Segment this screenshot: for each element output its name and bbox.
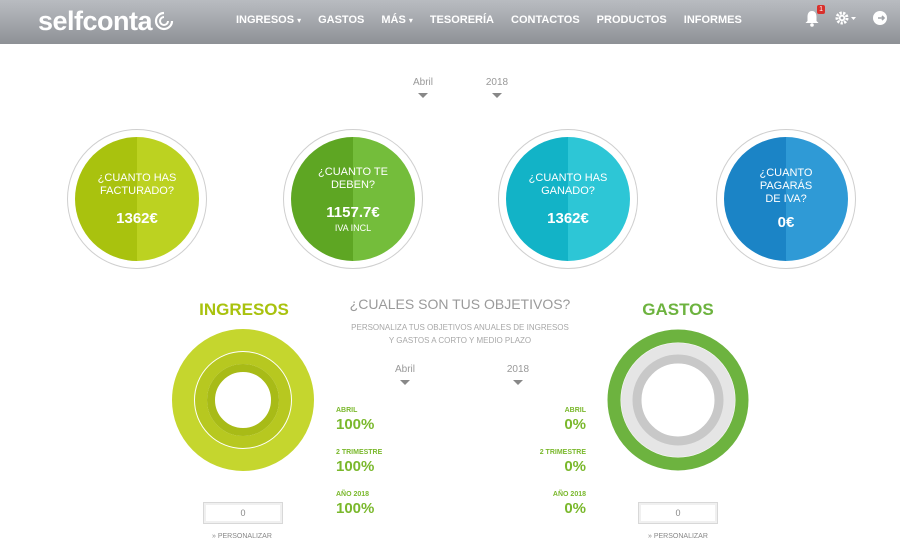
kpi-value: 0€ <box>777 214 795 231</box>
objectives-title: ¿CUALES SON TUS OBJETIVOS? <box>349 296 571 312</box>
nav-contactos[interactable]: CONTACTOS <box>511 14 580 26</box>
nav-informes[interactable]: INFORMES <box>684 14 742 26</box>
ingresos-donut <box>172 329 314 471</box>
nav-tesoreria[interactable]: TESORERÍA <box>430 14 494 26</box>
kpi-value: 1362€ <box>547 209 589 227</box>
kpi-ganado[interactable]: ¿CUANTO HAS GANADO? 1362€ <box>498 129 638 269</box>
gastos-stat-quarter: 2 TRIMESTRE 0% <box>539 449 586 475</box>
gear-icon <box>835 11 856 25</box>
selfconta-logo[interactable]: selfconta <box>38 6 174 36</box>
notification-badge: 1 <box>817 5 825 14</box>
ingresos-title: INGRESOS <box>199 300 289 319</box>
objectives-subtitle: PERSONALIZA TUS OBJETIVOS ANUALES DE ING… <box>351 323 569 345</box>
kpi-value: 1362€ <box>116 209 158 227</box>
logout-icon <box>873 11 887 25</box>
kpi-label: ¿CUANTO TE DEBEN? <box>318 165 388 191</box>
gastos-stat-year: AÑO 2018 0% <box>552 491 586 517</box>
kpi-label: ¿CUANTO HAS GANADO? <box>528 171 608 197</box>
logout-button[interactable] <box>872 10 888 31</box>
notifications-button[interactable]: 1 <box>804 5 825 32</box>
top-icons: 1 <box>790 5 888 32</box>
ingresos-stat-month: ABRIL 100% <box>336 407 375 433</box>
ingresos-stat-year: AÑO 2018 100% <box>336 491 375 517</box>
objectives-month-select[interactable]: Abril <box>390 364 420 385</box>
chevron-down-icon: ▾ <box>297 16 302 25</box>
gastos-objective-input[interactable]: 0 <box>638 502 718 524</box>
logo-swirl-icon <box>154 11 174 31</box>
gastos-donut <box>607 329 749 471</box>
ingresos-inner-ring <box>207 364 279 436</box>
caret-down-icon <box>492 93 502 98</box>
ingresos-personalizar-link[interactable]: » PERSONALIZAR <box>212 533 272 540</box>
top-navigation-bar: selfconta INGRESOS ▾ GASTOS MÁS ▾ TESORERÍ… <box>0 0 900 44</box>
nav-productos[interactable]: PRODUCTOS <box>597 14 667 26</box>
kpi-label: ¿CUANTO HAS FACTURADO? <box>97 171 177 197</box>
kpi-sublabel: IVA INCL <box>334 222 372 233</box>
caret-down-icon <box>513 380 523 385</box>
gastos-title: GASTOS <box>642 300 714 319</box>
kpi-value: 1157.7€ <box>326 203 380 221</box>
gastos-inner-ring <box>632 354 724 446</box>
year-select[interactable]: 2018 <box>482 77 512 98</box>
kpi-iva[interactable]: ¿CUANTO PAGARÁS DE IVA? 0€ <box>716 129 856 269</box>
gastos-personalizar-link[interactable]: » PERSONALIZAR <box>648 533 708 540</box>
settings-button[interactable] <box>834 9 858 32</box>
main-nav: INGRESOS ▾ GASTOS MÁS ▾ TESORERÍA CONTACTO… <box>236 0 759 40</box>
objectives-year-select[interactable]: 2018 <box>503 364 533 385</box>
kpi-deben[interactable]: ¿CUANTO TE DEBEN? 1157.7€ IVA INCL <box>283 129 423 269</box>
caret-down-icon <box>418 93 428 98</box>
caret-down-icon <box>400 380 410 385</box>
nav-gastos[interactable]: GASTOS <box>318 14 364 26</box>
logo-text: selfconta <box>38 5 153 36</box>
nav-ingresos[interactable]: INGRESOS ▾ <box>236 14 301 26</box>
chevron-down-icon: ▾ <box>408 16 413 25</box>
nav-mas[interactable]: MÁS ▾ <box>381 14 412 26</box>
gastos-mid-ring <box>621 343 735 457</box>
ingresos-objective-input[interactable]: 0 <box>203 502 283 524</box>
kpi-label: ¿CUANTO PAGARÁS DE IVA? <box>759 167 813 205</box>
kpi-facturado[interactable]: ¿CUANTO HAS FACTURADO? 1362€ <box>67 129 207 269</box>
month-select[interactable]: Abril <box>408 77 438 98</box>
gastos-stat-month: ABRIL 0% <box>564 407 586 433</box>
ingresos-stat-quarter: 2 TRIMESTRE 100% <box>336 449 383 475</box>
